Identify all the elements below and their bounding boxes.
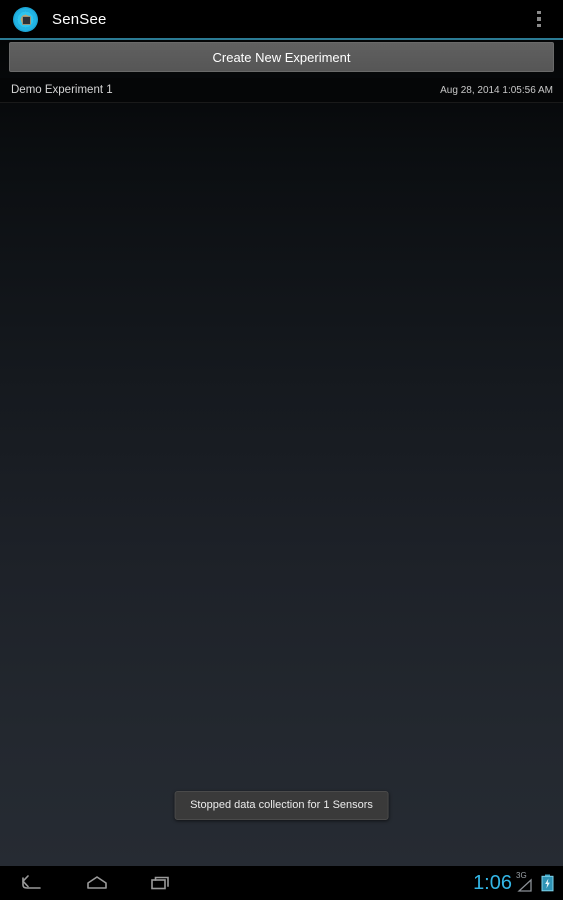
battery-charging-icon (541, 874, 554, 892)
signal-indicator: 3G (516, 871, 536, 893)
android-screen: SenSee Create New Experiment Demo Experi… (0, 0, 563, 900)
recents-icon[interactable] (146, 870, 176, 896)
action-bar: SenSee (0, 0, 563, 38)
toast-message: Stopped data collection for 1 Sensors (174, 791, 389, 820)
list-item[interactable]: Demo Experiment 1 Aug 28, 2014 1:05:56 A… (0, 78, 563, 103)
nav-key-group (18, 870, 176, 896)
back-icon[interactable] (18, 870, 48, 896)
create-button-container: Create New Experiment (0, 40, 563, 72)
home-icon[interactable] (82, 870, 112, 896)
network-type-label: 3G (516, 871, 527, 880)
overflow-menu-icon[interactable] (529, 8, 549, 30)
create-new-experiment-button[interactable]: Create New Experiment (9, 42, 554, 72)
status-clock: 1:06 (473, 872, 512, 894)
main-content: Create New Experiment Demo Experiment 1 … (0, 40, 563, 866)
experiment-name: Demo Experiment 1 (11, 84, 113, 96)
experiment-list: Demo Experiment 1 Aug 28, 2014 1:05:56 A… (0, 78, 563, 103)
signal-triangle-icon (517, 878, 533, 893)
overflow-dot (537, 10, 541, 15)
app-title: SenSee (52, 10, 107, 28)
overflow-dot (537, 23, 541, 28)
status-bar-right: 1:06 3G (473, 871, 554, 894)
navigation-bar: 1:06 3G (0, 866, 563, 900)
overflow-dot (537, 17, 541, 21)
experiment-date: Aug 28, 2014 1:05:56 AM (440, 84, 553, 96)
app-logo-icon (13, 6, 38, 32)
